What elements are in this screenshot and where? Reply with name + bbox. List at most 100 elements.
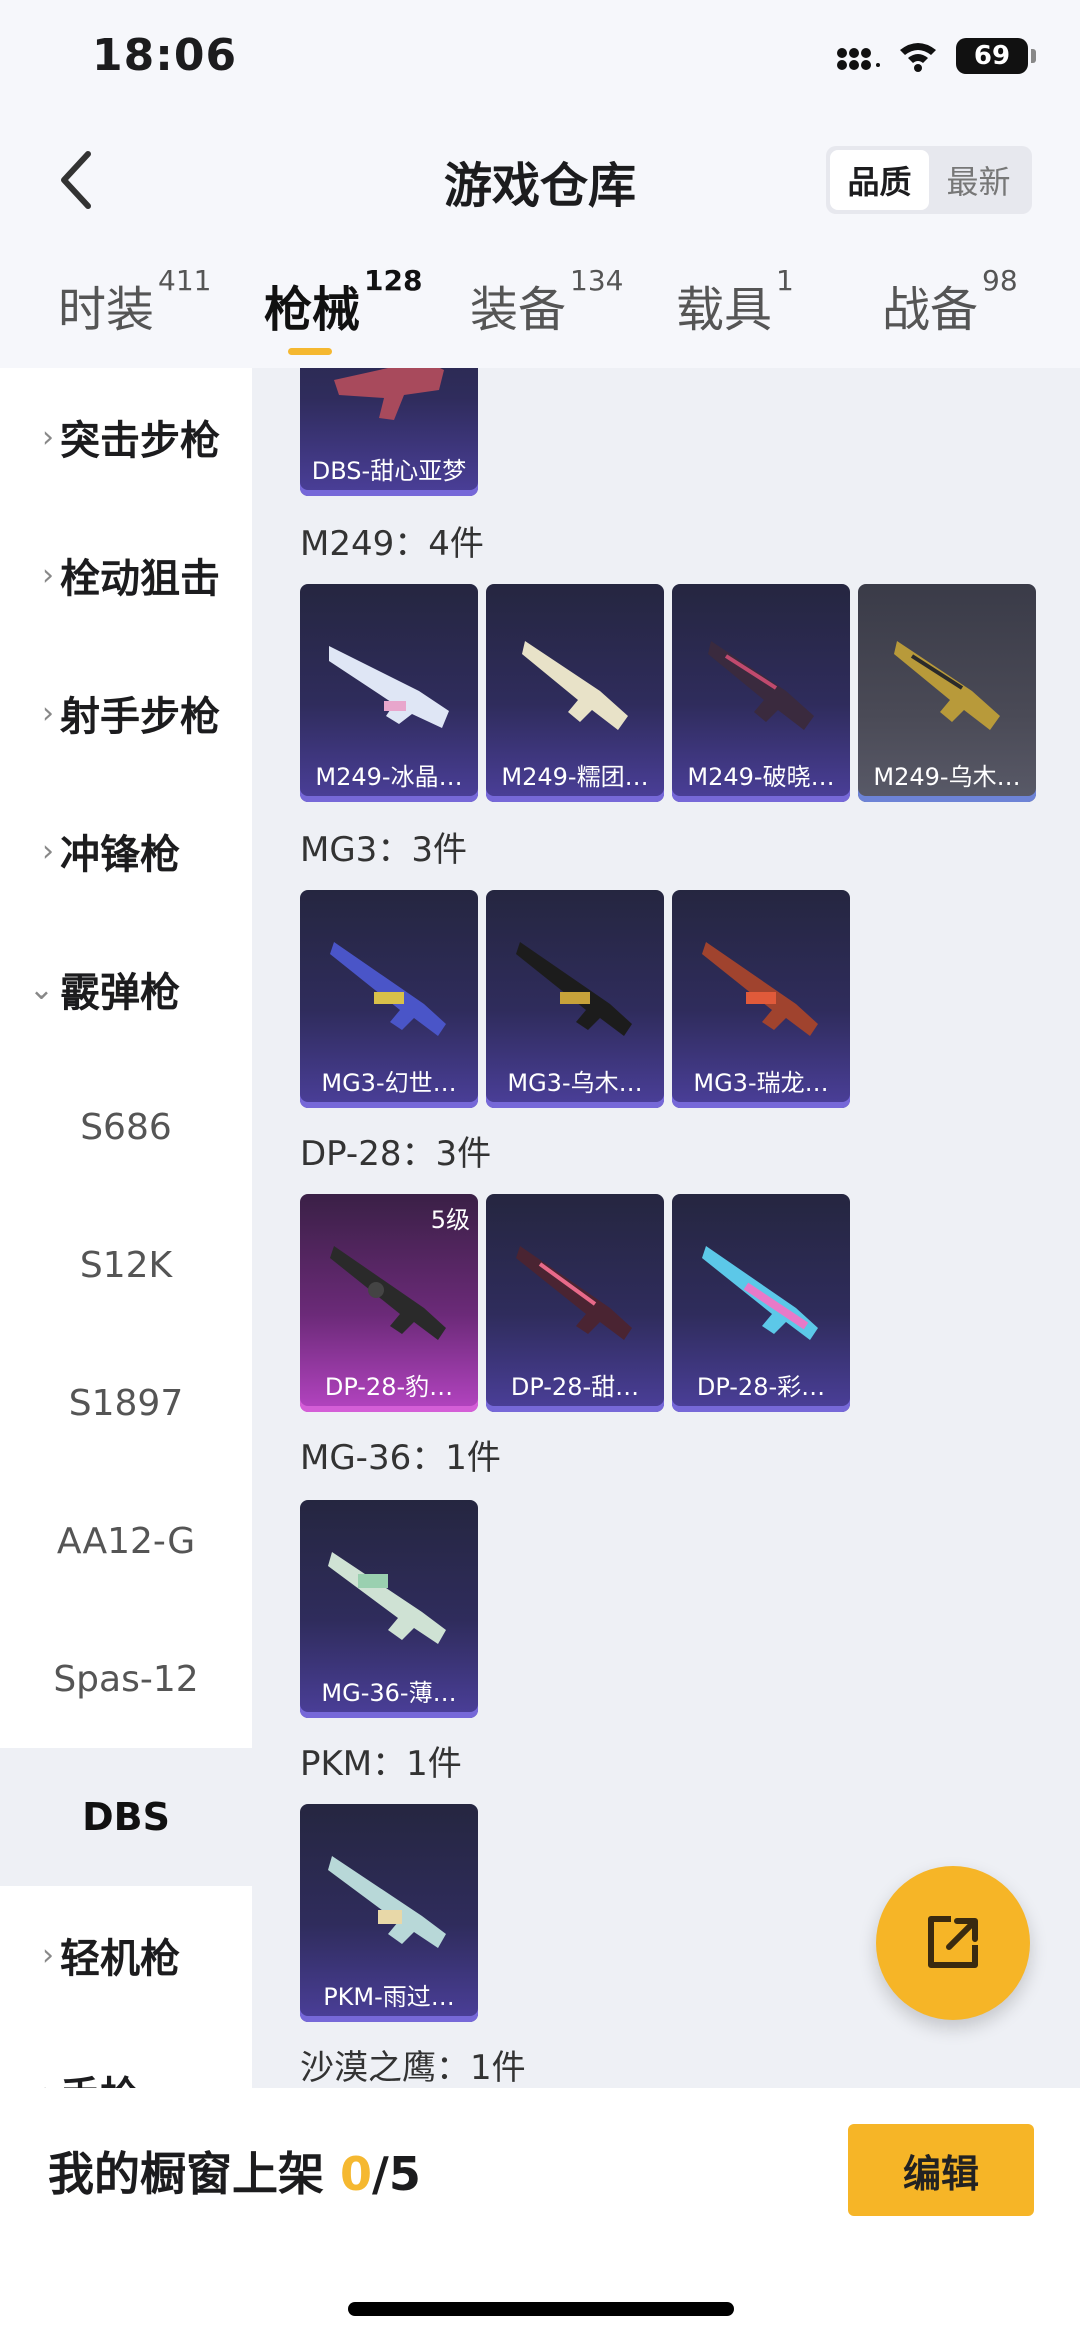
sort-toggle: 品质 最新 [826, 146, 1032, 214]
item-name: M249-破晓… [687, 763, 835, 791]
sidebar-item-smg[interactable]: › 冲锋枪 [0, 782, 252, 920]
sidebar-item-marksman-rifle[interactable]: › 射手步枪 [0, 644, 252, 782]
category-tabs: 时装411 枪械128 装备134 载具1 战备98 [0, 240, 1080, 368]
sidebar-item-label: 霰弹枪 [60, 970, 180, 1016]
home-indicator[interactable] [348, 2302, 734, 2316]
item-name: DP-28-甜… [510, 1373, 640, 1401]
sidebar-item-pistol[interactable]: › 手枪 [0, 2024, 252, 2088]
chevron-right-icon: › [42, 1937, 54, 1973]
sort-newest-button[interactable]: 最新 [929, 150, 1028, 210]
gun-icon [334, 368, 444, 420]
item-name: DP-28-彩… [696, 1373, 826, 1401]
item-name: MG3-幻世… [321, 1069, 457, 1097]
gun-icon [516, 1246, 632, 1340]
gun-icon [329, 646, 449, 728]
chevron-right-icon: › [42, 695, 54, 731]
item-name: MG3-瑞龙… [693, 1069, 829, 1097]
item-grid: DBS-甜心亚梦 M249：4件 M249-冰晶… M249-糯团… M249-… [252, 368, 1080, 2088]
sidebar-item-label: 轻机枪 [60, 1936, 180, 1982]
gun-icon [522, 641, 628, 730]
item-name: M249-乌木… [873, 763, 1021, 791]
tab-vehicles[interactable]: 载具1 [676, 264, 794, 340]
group-title: 沙漠之鹰：1件 [300, 2048, 526, 2088]
tab-count: 128 [364, 264, 423, 297]
chevron-right-icon: › [0, 2076, 60, 2089]
share-button[interactable] [876, 1866, 1030, 2020]
item-card[interactable]: 5级 DP-28-豹… [300, 1194, 478, 1412]
item-name: MG3-乌木… [507, 1069, 643, 1097]
tab-count: 98 [982, 264, 1018, 297]
item-card[interactable]: MG3-瑞龙… [672, 890, 850, 1108]
clock: 18:06 [92, 30, 238, 81]
item-card[interactable]: PKM-雨过… [300, 1804, 478, 2022]
item-name: MG-36-薄… [321, 1679, 457, 1707]
bottom-bar: 我的橱窗上架 0/5 编辑 [0, 2088, 1080, 2339]
gun-icon [894, 641, 1000, 730]
tab-label: 时装 [58, 282, 155, 338]
status-bar: 18:06 69 [0, 0, 1080, 120]
chevron-right-icon: › [42, 419, 54, 455]
sidebar-subitem-s12k[interactable]: S12K [0, 1196, 252, 1334]
share-icon [928, 1916, 978, 1968]
sidebar-item-label: 突击步枪 [60, 418, 220, 464]
tab-equipment[interactable]: 装备134 [470, 264, 623, 340]
item-name: PKM-雨过… [323, 1983, 455, 2011]
item-card[interactable]: MG3-乌木… [486, 890, 664, 1108]
item-card[interactable]: MG3-幻世… [300, 890, 478, 1108]
sidebar-subitem-dbs[interactable]: DBS [0, 1748, 252, 1886]
tab-count: 411 [158, 264, 212, 297]
header: 游戏仓库 品质 最新 [0, 120, 1080, 240]
status-icons: 69 [836, 38, 1036, 74]
tab-count: 1 [776, 264, 794, 297]
tab-count: 134 [570, 264, 624, 297]
tab-label: 枪械 [264, 282, 361, 338]
item-name: M249-糯团… [501, 763, 649, 791]
gun-icon [702, 1246, 818, 1340]
sidebar-item-shotgun[interactable]: ⌄ 霰弹枪 [0, 920, 252, 1058]
sidebar-item-bolt-sniper[interactable]: › 栓动狙击 [0, 506, 252, 644]
sidebar-item-lmg[interactable]: › 轻机枪 [0, 1886, 252, 2024]
gun-icon [516, 942, 632, 1036]
chevron-right-icon: › [42, 557, 54, 593]
showcase-total: /5 [372, 2147, 421, 2201]
tab-guns[interactable]: 枪械128 [264, 264, 422, 340]
item-card[interactable]: DP-28-甜… [486, 1194, 664, 1412]
edit-button[interactable]: 编辑 [848, 2124, 1034, 2216]
group-title: DP-28：3件 [300, 1134, 492, 1174]
gun-icon [328, 1552, 446, 1644]
tab-label: 战备 [882, 282, 979, 338]
tab-supplies[interactable]: 战备98 [882, 264, 1018, 340]
item-name: M249-冰晶… [315, 763, 463, 791]
gun-icon [330, 942, 446, 1036]
sidebar: › 突击步枪 › 栓动狙击 › 射手步枪 › 冲锋枪 ⌄ 霰弹枪 S686 S1… [0, 368, 252, 2088]
group-title: MG3：3件 [300, 830, 467, 870]
group-title: M249：4件 [300, 524, 484, 564]
item-card[interactable]: DBS-甜心亚梦 [300, 368, 478, 496]
active-tab-indicator [288, 348, 332, 355]
sidebar-item-assault-rifle[interactable]: › 突击步枪 [0, 368, 252, 506]
chevron-right-icon: › [42, 833, 54, 869]
sidebar-item-label: 冲锋枪 [60, 832, 180, 878]
gun-icon [708, 641, 814, 730]
group-title: MG-36：1件 [300, 1438, 501, 1478]
sidebar-item-label: 手枪 [60, 2064, 140, 2088]
item-card[interactable]: M249-乌木… [858, 584, 1036, 802]
sidebar-item-label: 射手步枪 [60, 694, 220, 740]
sort-quality-button[interactable]: 品质 [830, 150, 929, 210]
signal-icon [837, 48, 880, 70]
item-card[interactable]: M249-冰晶… [300, 584, 478, 802]
wifi-icon [900, 43, 936, 72]
item-card[interactable]: M249-糯团… [486, 584, 664, 802]
gun-icon [328, 1856, 446, 1948]
sidebar-subitem-spas12[interactable]: Spas-12 [0, 1610, 252, 1748]
sidebar-subitem-aa12g[interactable]: AA12-G [0, 1472, 252, 1610]
showcase-current: 0 [340, 2147, 373, 2201]
item-card[interactable]: MG-36-薄… [300, 1500, 478, 1718]
tab-fashion[interactable]: 时装411 [58, 264, 211, 340]
item-card[interactable]: M249-破晓… [672, 584, 850, 802]
group-title: PKM：1件 [300, 1744, 462, 1784]
sidebar-subitem-s686[interactable]: S686 [0, 1058, 252, 1196]
sidebar-subitem-s1897[interactable]: S1897 [0, 1334, 252, 1472]
item-card[interactable]: DP-28-彩… [672, 1194, 850, 1412]
tab-label: 装备 [470, 282, 567, 338]
